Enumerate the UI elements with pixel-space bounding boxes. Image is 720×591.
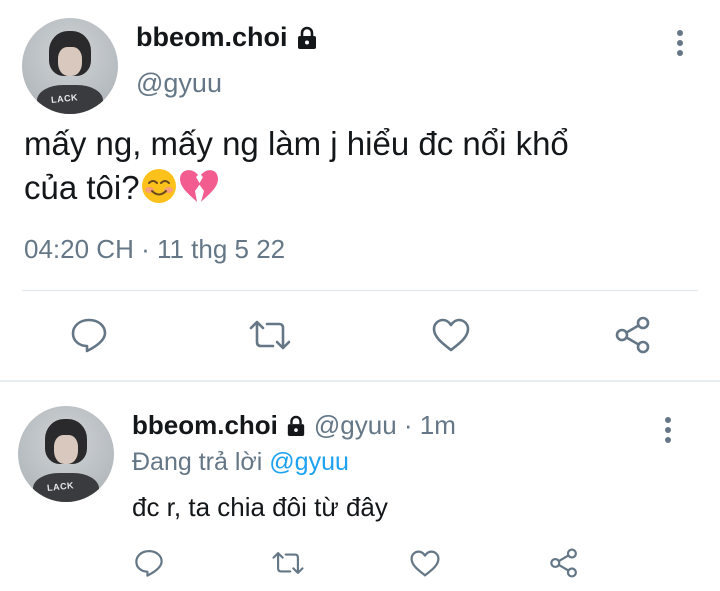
smiling-face-emoji (141, 169, 176, 203)
reply-text: đc r, ta chia đôi từ đây (132, 492, 388, 522)
author-name[interactable]: bbeom.choi (136, 22, 318, 53)
more-vertical-icon[interactable] (664, 417, 672, 443)
reply-author-row: bbeom.choi @gyuu · 1m (132, 410, 456, 441)
like-icon[interactable] (410, 550, 440, 577)
section-divider (0, 380, 720, 382)
tweet-timestamp[interactable]: 04:20 CH · 11 thg 5 22 (24, 234, 285, 265)
lock-icon (297, 26, 316, 49)
avatar[interactable]: LACK (22, 18, 118, 114)
reply-icon[interactable] (134, 548, 164, 578)
display-name[interactable]: bbeom.choi (132, 410, 278, 441)
replying-to-mention[interactable]: @gyuu (269, 448, 349, 476)
replying-prefix: Đang trả lời (132, 448, 270, 476)
divider (22, 290, 698, 291)
author-handle-time[interactable]: @gyuu · 1m (314, 410, 456, 441)
tweet-text-line-1: mấy ng, mấy ng làm j hiểu đc nổi khổ (24, 125, 569, 162)
author-handle[interactable]: @gyuu (136, 68, 222, 99)
main-tweet: LACK bbeom.choi @gyuu mấy ng, mấy ng làm… (0, 0, 720, 380)
retweet-icon[interactable] (272, 550, 304, 576)
replying-to: Đang trả lời @gyuu (132, 448, 349, 477)
share-icon[interactable] (549, 548, 579, 578)
more-vertical-icon[interactable] (676, 30, 684, 56)
retweet-icon[interactable] (249, 318, 291, 352)
broken-heart-emoji (179, 170, 218, 202)
display-name: bbeom.choi (136, 22, 288, 52)
lock-icon (287, 415, 305, 436)
tweet-text-line-2-text: của tôi? (24, 169, 140, 206)
reply-icon[interactable] (70, 316, 108, 354)
tweet-text: mấy ng, mấy ng làm j hiểu đc nổi khổ của… (24, 122, 674, 210)
like-icon[interactable] (432, 318, 470, 352)
tweet-text-line-2: của tôi? (24, 166, 674, 210)
share-icon[interactable] (614, 316, 652, 354)
avatar[interactable]: LACK (18, 406, 114, 502)
